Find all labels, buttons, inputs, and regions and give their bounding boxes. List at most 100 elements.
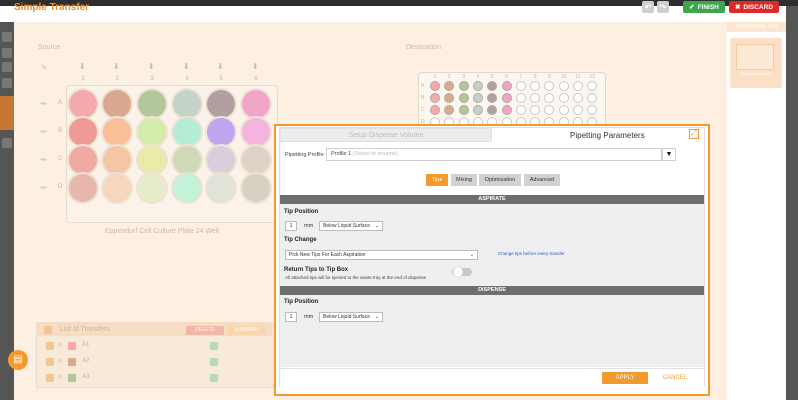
destination-well[interactable]	[573, 81, 583, 91]
destination-well[interactable]	[573, 93, 583, 103]
destination-well[interactable]	[472, 93, 483, 103]
destination-label: Destination	[406, 44, 442, 51]
row-status-icon	[210, 342, 218, 350]
column-select-arrow-icon[interactable]: ⬇	[252, 62, 259, 71]
summary-button[interactable]: SUMMARY	[228, 326, 266, 335]
source-well[interactable]	[173, 174, 201, 202]
destination-well[interactable]	[430, 81, 440, 91]
destination-well[interactable]	[515, 105, 526, 115]
row-checkbox[interactable]	[46, 358, 54, 366]
source-well[interactable]	[173, 90, 201, 118]
source-well[interactable]	[207, 146, 235, 174]
destination-column-number: 9	[548, 74, 551, 80]
source-well[interactable]	[242, 90, 270, 118]
destination-well[interactable]	[501, 93, 512, 103]
tab-advanced[interactable]: Advanced	[524, 174, 560, 186]
source-well[interactable]	[138, 90, 166, 118]
dispense-position-mode-select[interactable]: Below Liquid Surface ⌄	[319, 312, 383, 322]
source-well[interactable]	[138, 118, 166, 146]
tool-icon[interactable]	[2, 32, 12, 42]
source-well[interactable]	[138, 146, 166, 174]
source-well[interactable]	[242, 118, 270, 146]
destination-well[interactable]	[458, 81, 469, 91]
row-select-arrow-icon[interactable]: ➡	[40, 155, 47, 164]
destination-well[interactable]	[558, 93, 569, 103]
destination-well[interactable]	[558, 81, 569, 91]
aspirate-position-mode-select[interactable]: Below Liquid Surface ⌄	[319, 221, 383, 231]
redo-button[interactable]: ↷	[657, 1, 669, 13]
tab-optimization[interactable]: Optimization	[479, 174, 521, 186]
table-row[interactable]: ⊕ A1	[42, 340, 266, 352]
expand-row-icon[interactable]: ⊕	[57, 373, 63, 381]
destination-column-number: 3	[462, 74, 465, 80]
destination-well[interactable]	[501, 81, 512, 91]
destination-well[interactable]	[515, 93, 526, 103]
undo-button[interactable]: ↶	[642, 1, 654, 13]
profile-select[interactable]: Profile 1 (Select to rename)	[326, 148, 662, 161]
tool-icon[interactable]	[2, 62, 12, 72]
source-well[interactable]	[69, 146, 97, 174]
chevron-down-icon[interactable]: ▼	[662, 148, 676, 161]
destination-well[interactable]	[573, 105, 583, 115]
destination-well[interactable]	[501, 105, 512, 115]
tip-change-select[interactable]: Pick New Tips For Each Aspiration ⌄	[285, 250, 478, 260]
dispense-tip-position-input[interactable]: 1	[285, 312, 297, 322]
source-well[interactable]	[173, 118, 201, 146]
source-well[interactable]	[173, 146, 201, 174]
destination-well[interactable]	[458, 105, 469, 115]
table-row[interactable]: ⊕ A2	[42, 356, 266, 368]
select-all-checkbox[interactable]	[44, 326, 52, 334]
row-checkbox[interactable]	[46, 342, 54, 350]
aspirate-tip-position-input[interactable]: 1	[285, 221, 297, 231]
tool-icon[interactable]	[2, 78, 12, 88]
source-well[interactable]	[103, 118, 131, 146]
finish-button[interactable]: ✔ FINISH	[683, 1, 725, 13]
setup-dispense-volume-tab[interactable]: Setup Dispense Volume	[280, 128, 492, 142]
source-well[interactable]	[242, 146, 270, 174]
row-select-arrow-icon[interactable]: ➡	[40, 99, 47, 108]
column-number: 2	[115, 76, 119, 82]
tab-mixing[interactable]: Mixing	[451, 174, 477, 186]
source-well[interactable]	[69, 118, 97, 146]
column-select-arrow-icon[interactable]: ⬇	[183, 62, 190, 71]
source-well[interactable]	[207, 118, 235, 146]
tool-selected[interactable]	[0, 96, 14, 130]
destination-well[interactable]	[558, 105, 569, 115]
column-select-arrow-icon[interactable]: ⬇	[217, 62, 224, 71]
source-well[interactable]	[103, 174, 131, 202]
source-well[interactable]	[242, 174, 270, 202]
table-row[interactable]: ⊕ A3	[42, 372, 266, 384]
expand-icon[interactable]: ⤢	[689, 129, 699, 139]
cancel-button[interactable]: CANCEL	[652, 372, 698, 384]
tool-icon[interactable]	[2, 48, 12, 58]
tab-tips[interactable]: Tips	[426, 174, 448, 186]
clipboard-icon[interactable]: ▤	[8, 350, 28, 370]
destination-well[interactable]	[472, 105, 483, 115]
destination-well[interactable]	[430, 93, 440, 103]
delete-button[interactable]: DELETE	[186, 326, 224, 335]
expand-row-icon[interactable]: ⊕	[57, 357, 63, 365]
source-well[interactable]	[69, 90, 97, 118]
row-select-arrow-icon[interactable]: ➡	[40, 183, 47, 192]
expand-row-icon[interactable]: ⊕	[57, 341, 63, 349]
source-well[interactable]	[207, 90, 235, 118]
destination-well[interactable]	[458, 93, 469, 103]
source-well[interactable]	[138, 174, 166, 202]
select-all-icon[interactable]: ↘	[40, 62, 47, 71]
aspirate-tip-position-label: Tip Position	[284, 209, 319, 215]
destination-well[interactable]	[515, 81, 526, 91]
source-well[interactable]	[69, 174, 97, 202]
source-well[interactable]	[207, 174, 235, 202]
row-select-arrow-icon[interactable]: ➡	[40, 127, 47, 136]
row-checkbox[interactable]	[46, 374, 54, 382]
destination-well[interactable]	[472, 81, 483, 91]
column-select-arrow-icon[interactable]: ⬇	[79, 62, 86, 71]
column-select-arrow-icon[interactable]: ⬇	[148, 62, 155, 71]
discard-button[interactable]: ✖ DISCARD	[729, 1, 779, 13]
source-well[interactable]	[103, 146, 131, 174]
source-well[interactable]	[103, 90, 131, 118]
tool-icon[interactable]	[2, 138, 12, 148]
column-select-arrow-icon[interactable]: ⬇	[113, 62, 120, 71]
apply-button[interactable]: APPLY	[602, 372, 648, 384]
destination-well[interactable]	[430, 105, 440, 115]
